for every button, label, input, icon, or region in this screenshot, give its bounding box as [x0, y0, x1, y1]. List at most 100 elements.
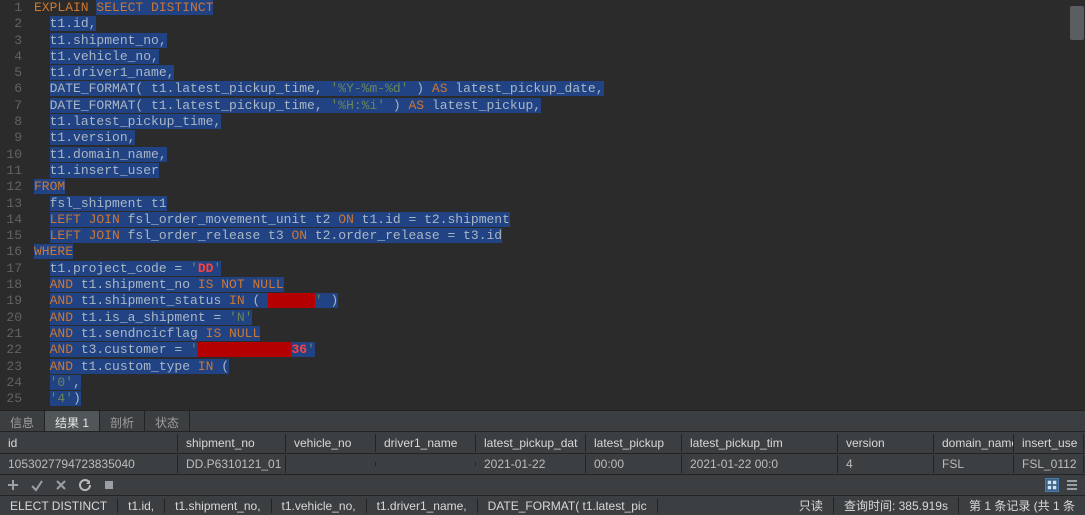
line-number: 2: [0, 16, 22, 32]
line-number: 18: [0, 277, 22, 293]
column-header[interactable]: driver1_name: [376, 434, 476, 452]
column-header[interactable]: latest_pickup: [586, 434, 682, 452]
add-row-icon[interactable]: [6, 478, 20, 492]
code-line[interactable]: '0',: [34, 375, 1085, 391]
line-number: 20: [0, 310, 22, 326]
commit-icon[interactable]: [30, 478, 44, 492]
code-line[interactable]: EXPLAIN SELECT DISTINCT: [34, 0, 1085, 16]
status-sql-seg: t1.id,: [118, 499, 165, 513]
column-header[interactable]: version: [838, 434, 934, 452]
line-number: 7: [0, 98, 22, 114]
line-number: 3: [0, 33, 22, 49]
cell[interactable]: 4: [838, 455, 934, 473]
cell[interactable]: [376, 462, 476, 466]
line-number: 14: [0, 212, 22, 228]
status-sql-seg: t1.shipment_no,: [165, 499, 271, 513]
code-line[interactable]: t1.project_code = 'DD': [34, 261, 1085, 277]
code-line[interactable]: AND t1.shipment_status IN ( ██████' ): [34, 293, 1085, 309]
code-line[interactable]: AND t3.customer = '████████████36': [34, 342, 1085, 358]
code-line[interactable]: LEFT JOIN fsl_order_release t3 ON t2.ord…: [34, 228, 1085, 244]
sql-editor[interactable]: 1234567891011121314151617181920212223242…: [0, 0, 1085, 410]
results-toolbar: [0, 474, 1085, 496]
line-number: 17: [0, 261, 22, 277]
results-row[interactable]: 1053027794723835040DD.P6310121_01 2021-01…: [0, 454, 1085, 474]
line-number: 24: [0, 375, 22, 391]
code-line[interactable]: AND t1.custom_type IN (: [34, 359, 1085, 375]
vertical-scrollbar[interactable]: [1070, 6, 1084, 40]
query-time: 查询时间: 385.919s: [834, 497, 959, 514]
line-number: 23: [0, 359, 22, 375]
cell[interactable]: FSL_0112: [1014, 455, 1084, 473]
line-number: 25: [0, 391, 22, 407]
column-header[interactable]: shipment_no: [178, 434, 286, 452]
line-number: 19: [0, 293, 22, 309]
tab-1[interactable]: 结果 1: [45, 411, 100, 431]
column-header[interactable]: id: [0, 434, 178, 452]
line-number: 4: [0, 49, 22, 65]
line-number: 9: [0, 130, 22, 146]
readonly-indicator: 只读: [789, 497, 834, 514]
line-number: 11: [0, 163, 22, 179]
line-number: 22: [0, 342, 22, 358]
line-number: 13: [0, 196, 22, 212]
status-sql-seg: t1.vehicle_no,: [272, 499, 367, 513]
line-number: 16: [0, 244, 22, 260]
code-line[interactable]: DATE_FORMAT( t1.latest_pickup_time, '%H:…: [34, 98, 1085, 114]
tab-2[interactable]: 剖析: [100, 411, 145, 431]
cell[interactable]: DD.P6310121_01: [178, 455, 286, 473]
grid-view-icon[interactable]: [1045, 478, 1059, 492]
column-header[interactable]: vehicle_no: [286, 434, 376, 452]
line-number: 8: [0, 114, 22, 130]
line-number: 12: [0, 179, 22, 195]
code-line[interactable]: t1.domain_name,: [34, 147, 1085, 163]
refresh-icon[interactable]: [78, 478, 92, 492]
status-sql-seg: ELECT DISTINCT: [0, 499, 118, 513]
cell[interactable]: FSL: [934, 455, 1014, 473]
form-view-icon[interactable]: [1065, 478, 1079, 492]
column-header[interactable]: latest_pickup_dat: [476, 434, 586, 452]
code-line[interactable]: t1.version,: [34, 130, 1085, 146]
cell[interactable]: 2021-01-22 00:0: [682, 455, 838, 473]
code-line[interactable]: LEFT JOIN fsl_order_movement_unit t2 ON …: [34, 212, 1085, 228]
status-bar: ELECT DISTINCTt1.id,t1.shipment_no,t1.ve…: [0, 496, 1085, 515]
stop-icon[interactable]: [102, 478, 116, 492]
code-line[interactable]: '4'): [34, 391, 1085, 407]
record-count: 第 1 条记录 (共 1 条: [959, 497, 1085, 514]
code-line[interactable]: AND t1.is_a_shipment = 'N': [34, 310, 1085, 326]
code-line[interactable]: t1.driver1_name,: [34, 65, 1085, 81]
cell[interactable]: 00:00: [586, 455, 682, 473]
code-line[interactable]: t1.shipment_no,: [34, 33, 1085, 49]
results-header: idshipment_novehicle_nodriver1_namelates…: [0, 432, 1085, 454]
code-line[interactable]: fsl_shipment t1: [34, 196, 1085, 212]
status-sql-seg: DATE_FORMAT( t1.latest_pic: [478, 499, 658, 513]
column-header[interactable]: domain_name: [934, 434, 1014, 452]
code-line[interactable]: AND t1.sendncicflag IS NULL: [34, 326, 1085, 342]
column-header[interactable]: latest_pickup_tim: [682, 434, 838, 452]
code-line[interactable]: DATE_FORMAT( t1.latest_pickup_time, '%Y-…: [34, 81, 1085, 97]
code-line[interactable]: FROM: [34, 179, 1085, 195]
results-panel: idshipment_novehicle_nodriver1_namelates…: [0, 432, 1085, 474]
line-number: 15: [0, 228, 22, 244]
cell[interactable]: [286, 462, 376, 466]
code-line[interactable]: WHERE: [34, 244, 1085, 260]
code-line[interactable]: t1.latest_pickup_time,: [34, 114, 1085, 130]
code-line[interactable]: t1.vehicle_no,: [34, 49, 1085, 65]
tab-3[interactable]: 状态: [145, 411, 190, 431]
cell[interactable]: 2021-01-22: [476, 455, 586, 473]
code-line[interactable]: AND t1.shipment_no IS NOT NULL: [34, 277, 1085, 293]
cell[interactable]: 1053027794723835040: [0, 455, 178, 473]
status-sql-seg: t1.driver1_name,: [367, 499, 478, 513]
tab-0[interactable]: 信息: [0, 411, 45, 431]
line-number: 10: [0, 147, 22, 163]
line-gutter: 1234567891011121314151617181920212223242…: [0, 0, 28, 410]
line-number: 1: [0, 0, 22, 16]
cancel-icon[interactable]: [54, 478, 68, 492]
code-line[interactable]: t1.insert_user: [34, 163, 1085, 179]
line-number: 6: [0, 81, 22, 97]
code-area[interactable]: EXPLAIN SELECT DISTINCT t1.id, t1.shipme…: [28, 0, 1085, 410]
code-line[interactable]: t1.id,: [34, 16, 1085, 32]
line-number: 5: [0, 65, 22, 81]
line-number: 21: [0, 326, 22, 342]
result-tabs: 信息结果 1剖析状态: [0, 410, 1085, 432]
column-header[interactable]: insert_use: [1014, 434, 1084, 452]
